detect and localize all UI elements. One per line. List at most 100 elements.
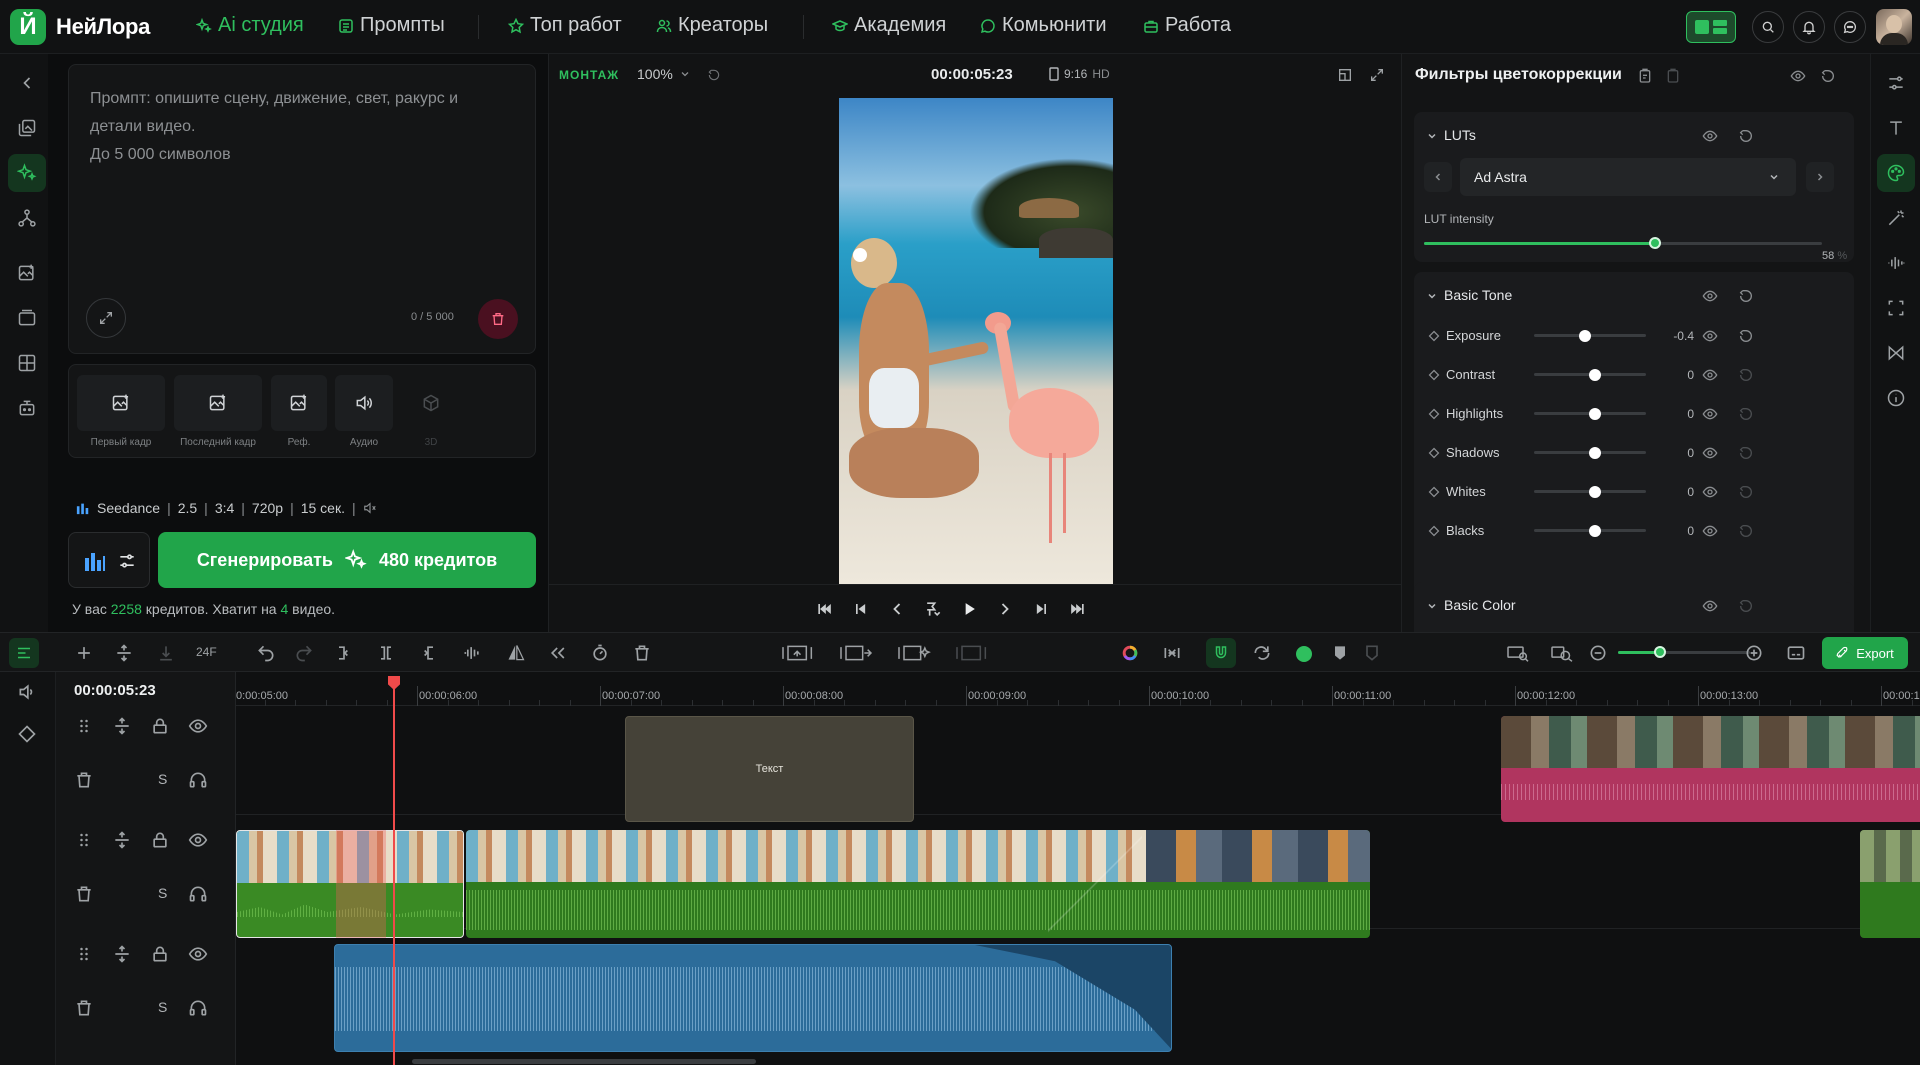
messages-icon[interactable] [1834, 11, 1866, 43]
marker-icon[interactable] [923, 599, 943, 619]
slider-knob[interactable] [1589, 525, 1601, 537]
search-icon[interactable] [1752, 11, 1784, 43]
shield-outline-icon[interactable] [1362, 643, 1382, 663]
keyframe-icon[interactable] [1428, 369, 1440, 381]
zoom-selection-icon[interactable] [1548, 643, 1576, 663]
previous-frame-icon[interactable] [887, 599, 907, 619]
timeline-view-button[interactable] [9, 638, 39, 668]
snap-icon[interactable] [112, 830, 132, 850]
eye-icon[interactable] [1702, 328, 1718, 344]
nav-top-works[interactable]: Топ работ [508, 14, 622, 37]
subtitles-icon[interactable] [1786, 643, 1806, 663]
reference-button[interactable] [271, 375, 327, 431]
loop-icon[interactable] [1252, 643, 1272, 663]
eye-icon[interactable] [188, 944, 208, 964]
tone-slider[interactable] [1534, 525, 1646, 537]
redo-icon[interactable] [294, 643, 314, 663]
export-button[interactable]: Export [1822, 637, 1908, 669]
slider-knob[interactable] [1589, 486, 1601, 498]
slider-knob[interactable] [1579, 330, 1591, 342]
trash-icon[interactable] [74, 770, 94, 790]
headphones-icon[interactable] [188, 884, 208, 904]
audio-wave-button[interactable] [1877, 244, 1915, 282]
reset-icon[interactable] [1738, 445, 1754, 461]
slider-knob[interactable] [1589, 408, 1601, 420]
eye-icon[interactable] [188, 830, 208, 850]
brand-logo[interactable]: Й [10, 8, 46, 45]
drag-handle-icon[interactable] [74, 830, 94, 850]
headphones-icon[interactable] [188, 770, 208, 790]
slider-knob[interactable] [1649, 237, 1661, 249]
timeline-ruler[interactable]: 0:00:05:00 00:00:06:00 00:00:07:00 00:00:08… [236, 672, 1920, 706]
reset-icon[interactable] [1738, 328, 1754, 344]
snap-icon[interactable] [112, 716, 132, 736]
undo-icon[interactable] [256, 643, 276, 663]
next-frame-icon[interactable] [995, 599, 1015, 619]
chevron-down-icon[interactable] [1426, 130, 1438, 142]
last-frame-button[interactable] [174, 375, 262, 431]
chevron-down-icon[interactable] [1426, 290, 1438, 302]
drag-handle-icon[interactable] [74, 944, 94, 964]
text-button[interactable] [1877, 109, 1915, 147]
color-wheel-icon[interactable] [1120, 643, 1140, 663]
aspect-info[interactable]: 9:16 HD [1049, 67, 1110, 81]
keyframe-icon[interactable] [1428, 486, 1440, 498]
keyframe-icon[interactable] [17, 724, 37, 744]
nav-community[interactable]: Комьюнити [980, 14, 1107, 37]
reset-icon[interactable] [1738, 598, 1754, 614]
folders-button[interactable] [8, 299, 46, 337]
prompt-input[interactable]: Промпт: опишите сцену, движение, свет, р… [90, 85, 520, 169]
trash-icon[interactable] [74, 884, 94, 904]
solo-button[interactable]: S [158, 885, 167, 901]
reset-icon[interactable] [1738, 128, 1754, 144]
eye-icon[interactable] [188, 716, 208, 736]
lock-icon[interactable] [150, 944, 170, 964]
slider-knob[interactable] [1654, 646, 1666, 658]
fps-label[interactable]: 24F [196, 645, 217, 659]
solo-button[interactable]: S [158, 771, 167, 787]
lock-icon[interactable] [150, 716, 170, 736]
overlay-video-clip[interactable] [1501, 716, 1920, 822]
horizontal-scrollbar[interactable] [412, 1059, 756, 1064]
chevron-down-icon[interactable] [1426, 600, 1438, 612]
tone-slider[interactable] [1534, 447, 1646, 459]
slider-knob[interactable] [1589, 369, 1601, 381]
split-icon[interactable] [376, 643, 396, 663]
crop-button[interactable] [1877, 289, 1915, 327]
zoom-in-icon[interactable] [1744, 643, 1764, 663]
keyframe-icon[interactable] [1428, 408, 1440, 420]
settings-button[interactable] [68, 532, 150, 588]
eye-icon[interactable] [1702, 523, 1718, 539]
fullscreen-icon[interactable] [1369, 67, 1385, 83]
lut-prev-button[interactable] [1424, 162, 1452, 192]
generate-button[interactable]: Сгенерировать 480 кредитов [158, 532, 536, 588]
zoom-select[interactable]: 100% [637, 66, 691, 82]
snap-icon[interactable] [114, 643, 134, 663]
layout-icon[interactable] [1337, 67, 1353, 83]
timeline-zoom-slider[interactable] [1618, 646, 1750, 658]
info-button[interactable] [1877, 379, 1915, 417]
transition-button[interactable] [1877, 334, 1915, 372]
snap-icon[interactable] [112, 944, 132, 964]
eye-icon[interactable] [1702, 484, 1718, 500]
viewer-mode[interactable]: МОНТАЖ [559, 68, 619, 82]
eye-icon[interactable] [1702, 598, 1718, 614]
audio-mixer-icon[interactable] [17, 682, 37, 702]
drag-handle-icon[interactable] [74, 716, 94, 736]
main-video-clip[interactable] [466, 830, 1370, 938]
delete-icon[interactable] [632, 643, 652, 663]
tone-slider[interactable] [1534, 330, 1646, 342]
zoom-out-icon[interactable] [1588, 643, 1608, 663]
layout-toggle-button[interactable] [1686, 11, 1736, 43]
headphones-icon[interactable] [188, 998, 208, 1018]
gallery-button[interactable] [8, 109, 46, 147]
grid-button[interactable] [8, 344, 46, 382]
reset-icon[interactable] [1738, 406, 1754, 422]
slider-knob[interactable] [1589, 447, 1601, 459]
model-info[interactable]: Seedance | 2.5 | 3:4 | 720p | 15 сек. | [76, 500, 377, 516]
paste-icon[interactable] [1665, 68, 1681, 84]
insert-icon[interactable] [156, 643, 176, 663]
user-avatar[interactable] [1876, 9, 1912, 45]
expand-prompt-button[interactable] [86, 298, 126, 338]
eye-icon[interactable] [1702, 406, 1718, 422]
